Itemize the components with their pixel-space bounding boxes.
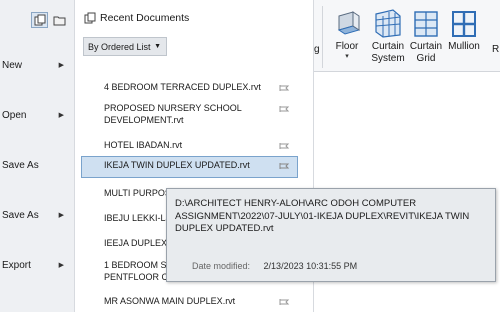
curtain-grid-icon <box>413 0 439 38</box>
ribbon-cut-label: g <box>314 44 320 55</box>
ribbon-divider <box>322 6 323 68</box>
chevron-right-icon: ▶ <box>58 212 64 219</box>
mullion-label: Mullion <box>448 41 480 52</box>
save-as-submenu-label: Save As <box>2 209 39 221</box>
save-as-menu-item[interactable]: Save As <box>0 153 75 177</box>
recent-document-item-selected[interactable]: IKEJA TWIN DUPLEX UPDATED.rvt <box>81 156 298 178</box>
save-as-label: Save As <box>2 159 39 171</box>
open-label: Open <box>2 109 27 121</box>
recent-documents-title: Recent Documents <box>100 12 190 24</box>
pin-icon[interactable] <box>279 141 290 153</box>
ribbon-cut-label-right: R <box>492 44 500 55</box>
recent-document-item[interactable]: PROPOSED NURSERY SCHOOL DEVELOPMENT.rvt <box>81 99 298 129</box>
curtain-grid-button[interactable]: Curtain Grid <box>408 0 444 72</box>
save-as-submenu-item[interactable]: Save As ▶ <box>0 203 75 227</box>
floor-button[interactable]: Floor ▾ <box>330 0 364 72</box>
export-menu-item[interactable]: Export ▶ <box>0 253 75 277</box>
view-toggle <box>31 12 68 28</box>
document-name: HOTEL IBADAN.rvt <box>104 140 183 150</box>
date-modified-label: Date modified: <box>192 261 251 271</box>
mullion-button[interactable]: Mullion <box>445 0 483 72</box>
document-name: MULTI PURPOS <box>104 188 171 198</box>
document-name: IKEJA TWIN DUPLEX UPDATED.rvt <box>104 160 250 170</box>
chevron-right-icon: ▶ <box>58 62 64 69</box>
floor-label: Floor <box>335 41 359 52</box>
ribbon-panel: g Floor ▾ Curtain System Curtain Grid Mu… <box>314 0 500 72</box>
document-path-tooltip: D:\ARCHITECT HENRY-ALOH\ARC ODOH COMPUTE… <box>166 188 496 282</box>
open-documents-toggle[interactable] <box>51 12 68 28</box>
chevron-down-icon: ▼ <box>154 43 161 50</box>
recent-document-item[interactable]: HOTEL IBADAN.rvt <box>81 136 298 154</box>
recent-document-item[interactable]: MR ASONWA MAIN DUPLEX.rvt <box>81 292 298 310</box>
chevron-right-icon: ▶ <box>58 112 64 119</box>
document-name: MR ASONWA MAIN DUPLEX.rvt <box>104 296 236 306</box>
pin-icon[interactable] <box>279 297 290 309</box>
curtain-system-button[interactable]: Curtain System <box>368 0 408 72</box>
open-menu-item[interactable]: Open ▶ <box>0 103 75 127</box>
floor-dropdown-icon[interactable]: ▾ <box>345 53 349 61</box>
order-by-value: By Ordered List <box>88 41 151 52</box>
tooltip-file-path: D:\ARCHITECT HENRY-ALOH\ARC ODOH COMPUTE… <box>175 198 470 234</box>
new-menu-item[interactable]: New ▶ <box>0 53 75 77</box>
curtain-system-icon <box>373 0 403 38</box>
curtain-system-label: Curtain System <box>371 41 405 64</box>
application-menu-commands: New ▶ Open ▶ Save As Save As ▶ Export ▶ <box>0 0 75 312</box>
recent-documents-icon <box>84 12 96 24</box>
recent-documents-toggle[interactable] <box>31 12 48 28</box>
folder-icon <box>53 16 66 25</box>
recent-documents-icon <box>34 14 45 26</box>
document-name: 4 BEDROOM TERRACED DUPLEX.rvt <box>104 82 261 92</box>
document-name: IBEJU LEKKI-L& <box>104 213 172 223</box>
floor-icon <box>333 0 361 38</box>
order-by-dropdown[interactable]: By Ordered List ▼ <box>83 37 167 56</box>
pin-icon[interactable] <box>279 161 290 173</box>
date-modified-value: 2/13/2023 10:31:55 PM <box>263 261 358 271</box>
chevron-right-icon: ▶ <box>58 262 64 269</box>
recent-document-item[interactable]: 4 BEDROOM TERRACED DUPLEX.rvt <box>81 78 298 96</box>
document-name: 1 BEDROOM S PENTFLOOR CO <box>104 260 176 282</box>
pin-icon[interactable] <box>279 104 290 116</box>
new-label: New <box>2 59 23 71</box>
pin-icon[interactable] <box>279 83 290 95</box>
tooltip-date-modified: Date modified: 2/13/2023 10:31:55 PM <box>192 261 357 271</box>
recent-documents-header: Recent Documents <box>84 12 189 24</box>
curtain-grid-label: Curtain Grid <box>409 41 443 64</box>
mullion-icon <box>451 0 477 38</box>
document-name: PROPOSED NURSERY SCHOOL DEVELOPMENT.rvt <box>104 103 242 125</box>
export-label: Export <box>2 259 31 271</box>
